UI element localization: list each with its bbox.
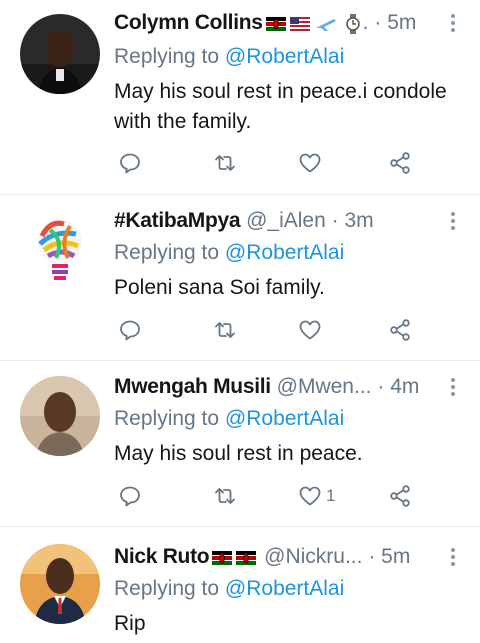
avatar[interactable] xyxy=(20,14,100,94)
tweet-3[interactable]: Mwengah Musili @Mwen... · 4m Replying to… xyxy=(0,362,480,527)
tweet-text: Poleni sana Soi family. xyxy=(114,276,325,299)
like-count: 1 xyxy=(326,486,336,505)
display-name[interactable]: #KatibaMpya xyxy=(114,209,241,232)
reply-context: Replying to @RobertAlai xyxy=(114,404,344,434)
avatar-photo xyxy=(20,544,100,624)
share-icon xyxy=(390,485,410,507)
avatar[interactable] xyxy=(20,210,100,290)
more-options-icon[interactable] xyxy=(450,546,456,568)
mention-link[interactable]: @RobertAlai xyxy=(225,407,344,430)
tweet-2[interactable]: #KatibaMpya @_iAlen · 3m Replying to @Ro… xyxy=(0,196,480,361)
tweet-text: May his soul rest in peace. xyxy=(114,442,363,465)
tweet-header: #KatibaMpya @_iAlen · 3m xyxy=(114,206,460,236)
tweet-header: Mwengah Musili @Mwen... · 4m xyxy=(114,372,460,402)
display-name[interactable]: Mwengah Musili xyxy=(114,375,271,398)
lightbulb-icon xyxy=(20,210,100,290)
retweet-button[interactable] xyxy=(213,483,237,509)
tweet-header: Nick Ruto @Nickru... · 5m xyxy=(114,542,460,572)
tweet-text: May his soul rest in peace.i condole wit… xyxy=(114,80,447,133)
retweet-icon xyxy=(215,322,235,338)
like-button[interactable]: 1 xyxy=(298,483,335,509)
tweet-text: Rip xyxy=(114,612,146,635)
emoji-flags xyxy=(212,542,258,572)
tweet-actions: 1 xyxy=(118,483,428,509)
avatar[interactable] xyxy=(20,376,100,456)
retweet-icon xyxy=(215,488,235,504)
replying-to-label: Replying to xyxy=(114,577,220,600)
display-name[interactable]: Colymn Collins xyxy=(114,11,263,34)
like-button[interactable] xyxy=(298,317,326,343)
avatar[interactable] xyxy=(20,544,100,624)
tweet-1[interactable]: Colymn Collins . · 5m Replying to @Rober… xyxy=(0,0,480,195)
timestamp[interactable]: 4m xyxy=(390,375,419,398)
reply-icon xyxy=(120,320,140,341)
retweet-button[interactable] xyxy=(213,150,237,176)
heart-icon xyxy=(299,320,321,340)
reply-context: Replying to @RobertAlai xyxy=(114,574,344,604)
tweet-header: Colymn Collins . · 5m xyxy=(114,8,460,38)
avatar-photo xyxy=(20,376,100,456)
share-icon xyxy=(390,152,410,174)
replying-to-label: Replying to xyxy=(114,45,220,68)
heart-icon xyxy=(299,153,321,173)
share-button[interactable] xyxy=(388,483,412,509)
share-icon xyxy=(390,319,410,341)
display-name[interactable]: Nick Ruto xyxy=(114,545,210,568)
replying-to-label: Replying to xyxy=(114,407,220,430)
separator: · xyxy=(331,209,339,232)
timestamp[interactable]: 3m xyxy=(344,209,373,232)
watch-icon xyxy=(343,8,363,38)
heart-icon xyxy=(299,486,321,506)
replying-to-label: Replying to xyxy=(114,241,220,264)
more-options-icon[interactable] xyxy=(450,376,456,398)
reply-button[interactable] xyxy=(118,150,142,176)
tweet-actions xyxy=(118,150,428,176)
retweet-button[interactable] xyxy=(213,317,237,343)
tweet-actions xyxy=(118,317,428,343)
reply-icon xyxy=(120,153,140,174)
reply-icon xyxy=(120,486,140,507)
separator: · xyxy=(374,11,382,34)
share-button[interactable] xyxy=(388,317,412,343)
share-button[interactable] xyxy=(388,150,412,176)
emoji-flags xyxy=(265,8,340,38)
kenya-flag-icon xyxy=(236,550,257,565)
more-options-icon[interactable] xyxy=(450,210,456,232)
mention-link[interactable]: @RobertAlai xyxy=(225,577,344,600)
kenya-flag-icon xyxy=(212,550,233,565)
timestamp[interactable]: 5m xyxy=(387,11,416,34)
reply-context: Replying to @RobertAlai xyxy=(114,238,344,268)
tweet-4[interactable]: Nick Ruto @Nickru... · 5m Replying to @R… xyxy=(0,528,480,643)
separator: · xyxy=(368,545,376,568)
airplane-icon xyxy=(315,18,336,31)
mention-link[interactable]: @RobertAlai xyxy=(225,45,344,68)
retweet-icon xyxy=(215,155,235,171)
reply-context: Replying to @RobertAlai xyxy=(114,42,344,72)
mention-link[interactable]: @RobertAlai xyxy=(225,241,344,264)
user-handle[interactable]: @Mwen... xyxy=(277,375,372,398)
user-handle[interactable]: @_iAlen xyxy=(246,209,326,232)
reply-button[interactable] xyxy=(118,317,142,343)
separator: · xyxy=(377,375,385,398)
kenya-flag-icon xyxy=(265,16,286,31)
avatar-photo xyxy=(20,14,100,94)
timestamp[interactable]: 5m xyxy=(381,545,410,568)
reply-button[interactable] xyxy=(118,483,142,509)
usa-flag-icon xyxy=(289,16,310,31)
like-button[interactable] xyxy=(298,150,326,176)
more-options-icon[interactable] xyxy=(450,12,456,34)
user-handle[interactable]: @Nickru... xyxy=(264,545,362,568)
